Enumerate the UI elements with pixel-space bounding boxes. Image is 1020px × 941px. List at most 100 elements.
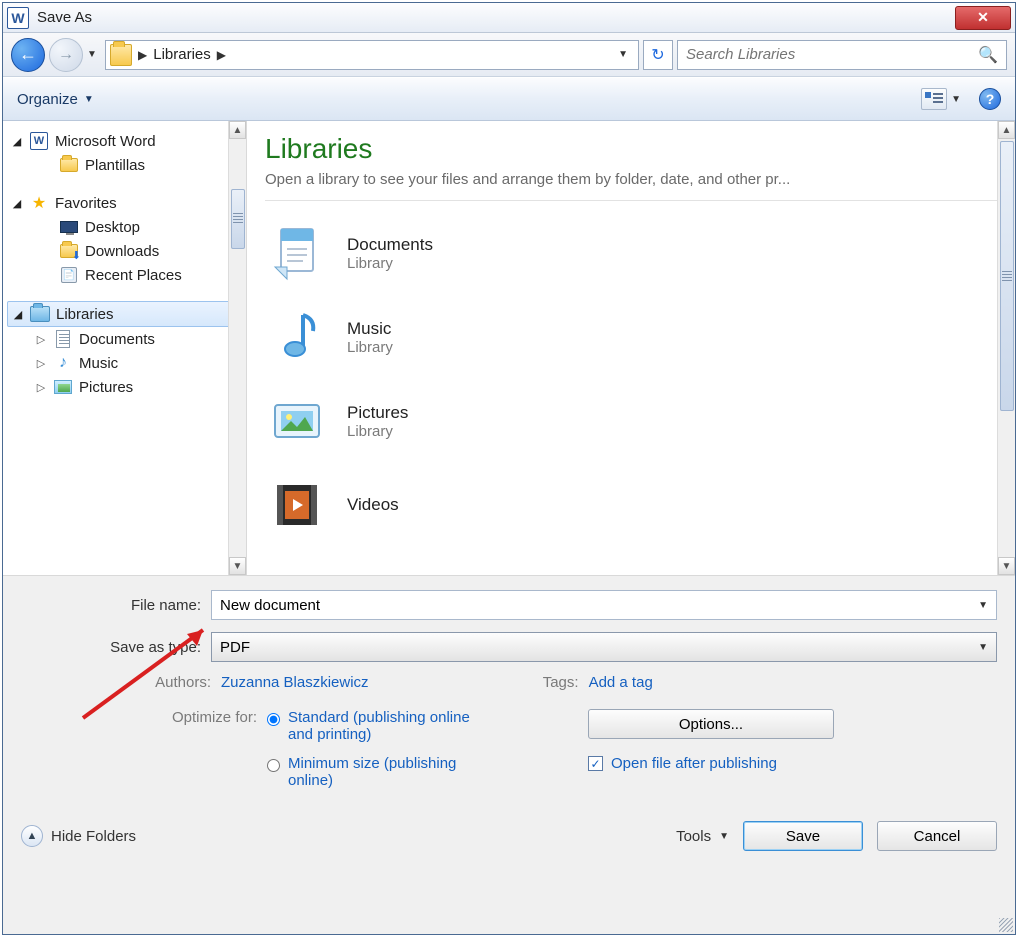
search-box[interactable]: 🔍	[677, 40, 1007, 70]
optimize-label: Optimize for:	[21, 709, 267, 801]
tags-value[interactable]: Add a tag	[589, 674, 653, 691]
documents-icon	[265, 221, 329, 285]
library-item-music[interactable]: Music Library	[265, 295, 997, 379]
dropdown-icon: ▼	[951, 94, 961, 105]
back-button[interactable]: ←	[11, 38, 45, 72]
star-icon: ★	[29, 194, 49, 212]
scroll-grip-icon	[1002, 271, 1012, 281]
close-button[interactable]: ✕	[955, 6, 1011, 30]
tree-label: Libraries	[56, 306, 114, 323]
library-item-videos[interactable]: Videos	[265, 463, 997, 547]
music-icon	[265, 305, 329, 369]
item-name: Videos	[347, 495, 399, 515]
expand-icon[interactable]: ▷	[35, 333, 47, 346]
organize-menu[interactable]: Organize ▼	[17, 91, 94, 108]
view-icon	[921, 88, 947, 110]
desktop-icon	[60, 221, 78, 233]
dropdown-icon[interactable]: ▼	[978, 642, 988, 653]
filename-input[interactable]: New document ▼	[211, 590, 997, 620]
bottom-bar: ▲ Hide Folders Tools ▼ Save Cancel	[3, 809, 1015, 863]
window-title: Save As	[37, 9, 955, 26]
tools-label: Tools	[676, 828, 711, 845]
tree-label: Documents	[79, 331, 155, 348]
dropdown-icon: ▼	[84, 94, 94, 105]
scroll-up-icon[interactable]: ▲	[998, 121, 1015, 139]
dropdown-icon: ▼	[719, 831, 729, 842]
breadcrumb-location[interactable]: Libraries	[153, 46, 211, 63]
refresh-button[interactable]: ↻	[643, 40, 673, 70]
pictures-icon	[265, 389, 329, 453]
search-input[interactable]	[686, 46, 978, 63]
main-pane: Libraries Open a library to see your fil…	[247, 121, 1015, 575]
search-icon[interactable]: 🔍	[978, 45, 998, 65]
tree-item-word[interactable]: ◢ W Microsoft Word	[7, 129, 242, 153]
scroll-up-icon[interactable]: ▲	[229, 121, 246, 139]
tree-item-libraries[interactable]: ◢ Libraries	[7, 301, 242, 327]
tree-item-pictures[interactable]: ▷ Pictures	[7, 375, 242, 399]
radio-minimum-input[interactable]	[267, 759, 280, 772]
tools-menu[interactable]: Tools ▼	[676, 828, 729, 845]
open-after-checkbox[interactable]: ✓ Open file after publishing	[588, 755, 834, 772]
libraries-icon	[30, 306, 50, 322]
recent-icon: 📄	[61, 267, 77, 283]
tree-label: Desktop	[85, 219, 140, 236]
tree-label: Music	[79, 355, 118, 372]
resize-grip-icon[interactable]	[999, 918, 1013, 932]
music-icon: ♪	[53, 354, 73, 372]
radio-standard-input[interactable]	[267, 713, 280, 726]
breadcrumb-dropdown-icon[interactable]: ▼	[612, 49, 634, 60]
body: ◢ W Microsoft Word Plantillas ◢ ★ Favor	[3, 121, 1015, 575]
scroll-down-icon[interactable]: ▼	[229, 557, 246, 575]
cancel-button[interactable]: Cancel	[877, 821, 997, 851]
options-button[interactable]: Options...	[588, 709, 834, 739]
nav-tree: ◢ W Microsoft Word Plantillas ◢ ★ Favor	[3, 121, 247, 575]
item-name: Music	[347, 319, 393, 339]
breadcrumb-separator-icon[interactable]: ▶	[217, 48, 226, 62]
main-scrollbar[interactable]: ▲ ▼	[997, 121, 1015, 575]
item-type: Library	[347, 423, 408, 440]
checkbox-icon[interactable]: ✓	[588, 756, 603, 771]
collapse-icon[interactable]: ◢	[11, 135, 23, 148]
view-mode-button[interactable]: ▼	[921, 88, 961, 110]
save-as-dialog: W Save As ✕ ← → ▼ ▶ Libraries ▶ ▼ ↻ 🔍 Or…	[2, 2, 1016, 935]
breadcrumb-bar[interactable]: ▶ Libraries ▶ ▼	[105, 40, 639, 70]
save-button[interactable]: Save	[743, 821, 863, 851]
save-type-dropdown[interactable]: PDF ▼	[211, 632, 997, 662]
tree-item-favorites[interactable]: ◢ ★ Favorites	[7, 191, 242, 215]
tree-label: Microsoft Word	[55, 133, 156, 150]
tree-item-plantillas[interactable]: Plantillas	[7, 153, 242, 177]
scroll-down-icon[interactable]: ▼	[998, 557, 1015, 575]
organize-label: Organize	[17, 91, 78, 108]
tree-item-documents[interactable]: ▷ Documents	[7, 327, 242, 351]
item-name: Documents	[347, 235, 433, 255]
filename-label: File name:	[21, 597, 211, 614]
radio-minimum[interactable]: Minimum size (publishing online)	[267, 755, 488, 789]
collapse-icon[interactable]: ◢	[12, 308, 24, 321]
checkbox-label: Open file after publishing	[611, 755, 777, 772]
divider	[265, 200, 997, 201]
picture-icon	[54, 380, 72, 394]
library-item-documents[interactable]: Documents Library	[265, 211, 997, 295]
tree-item-music[interactable]: ▷ ♪ Music	[7, 351, 242, 375]
main-heading: Libraries	[265, 133, 997, 165]
forward-button[interactable]: →	[49, 38, 83, 72]
library-item-pictures[interactable]: Pictures Library	[265, 379, 997, 463]
help-button[interactable]: ?	[979, 88, 1001, 110]
hide-folders-button[interactable]: ▲ Hide Folders	[21, 825, 136, 847]
tree-item-desktop[interactable]: Desktop	[7, 215, 242, 239]
tree-item-recent[interactable]: 📄 Recent Places	[7, 263, 242, 287]
expand-icon[interactable]: ▷	[35, 381, 47, 394]
expand-icon[interactable]: ▷	[35, 357, 47, 370]
dropdown-icon[interactable]: ▼	[978, 600, 988, 611]
breadcrumb-separator-icon: ▶	[138, 48, 147, 62]
type-label: Save as type:	[21, 639, 211, 656]
tree-item-downloads[interactable]: ⬇ Downloads	[7, 239, 242, 263]
item-name: Pictures	[347, 403, 408, 423]
nav-history-dropdown[interactable]: ▼	[87, 49, 101, 60]
authors-value[interactable]: Zuzanna Blaszkiewicz	[221, 674, 369, 691]
radio-standard[interactable]: Standard (publishing online and printing…	[267, 709, 488, 743]
collapse-icon[interactable]: ◢	[11, 197, 23, 210]
sidebar-scrollbar[interactable]: ▲ ▼	[228, 121, 246, 575]
tree-label: Recent Places	[85, 267, 182, 284]
tags-label: Tags:	[529, 674, 589, 691]
